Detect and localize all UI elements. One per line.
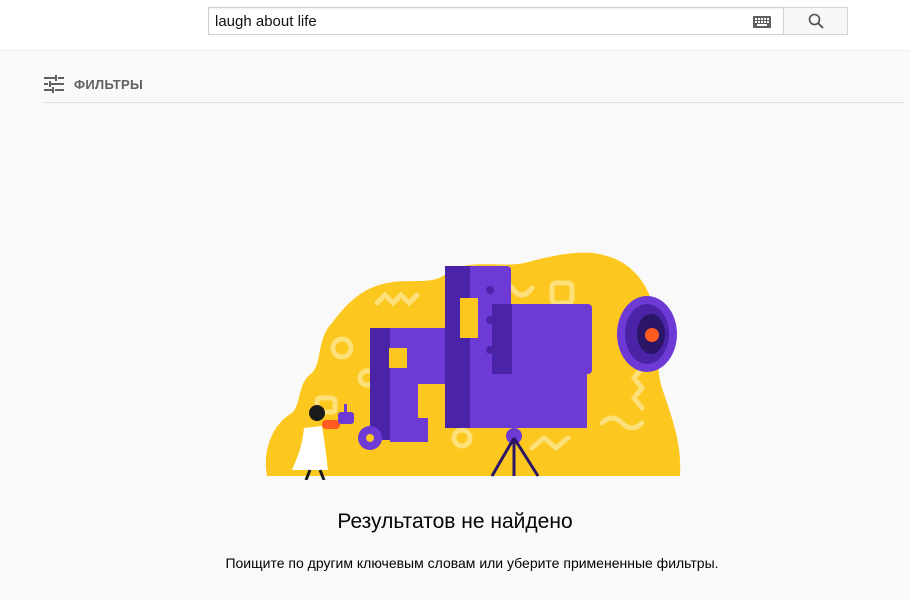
filters-button[interactable]: ФИЛЬТРЫ [44, 73, 143, 95]
search-input[interactable] [215, 8, 735, 34]
top-bar [0, 0, 910, 51]
no-results-illustration [265, 252, 681, 480]
search-button[interactable] [783, 7, 848, 35]
search-box[interactable] [208, 7, 783, 35]
keyboard-icon[interactable] [753, 16, 771, 28]
filter-sliders-icon [44, 75, 64, 93]
search-icon [808, 13, 824, 29]
filters-label: ФИЛЬТРЫ [74, 76, 144, 92]
empty-state-title: Результатов не найдено [337, 510, 573, 533]
empty-state-subtitle: Поищите по другим ключевым словам или уб… [225, 555, 719, 571]
divider [43, 102, 904, 103]
